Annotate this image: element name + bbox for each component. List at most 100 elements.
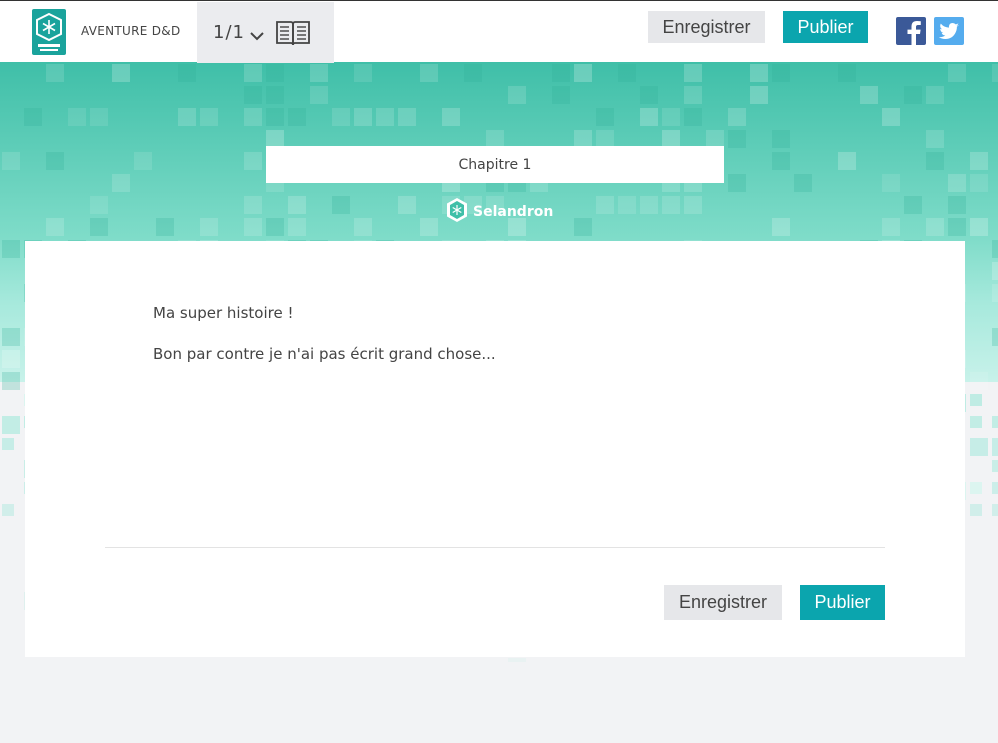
pixel-tile bbox=[112, 64, 130, 82]
pixel-tile bbox=[288, 218, 306, 236]
pixel-tile bbox=[90, 196, 108, 214]
pixel-tile bbox=[156, 218, 174, 236]
pixel-tile bbox=[552, 64, 570, 82]
pixel-tile bbox=[640, 86, 658, 104]
pixel-tile bbox=[970, 174, 988, 192]
top-bar: AVENTURE D&D 1/1 Enregistrer Publier bbox=[0, 0, 998, 63]
pixel-tile bbox=[992, 64, 998, 82]
story-editor[interactable]: Ma super histoire ! Bon par contre je n'… bbox=[153, 303, 853, 385]
pixel-tile bbox=[354, 64, 372, 82]
pixel-tile bbox=[618, 196, 636, 214]
pixel-tile bbox=[838, 152, 856, 170]
pixel-tile bbox=[420, 64, 438, 82]
pixel-tile bbox=[288, 108, 306, 126]
brand-name: AVENTURE D&D bbox=[81, 24, 181, 38]
chapter-title-field[interactable]: Chapitre 1 bbox=[266, 146, 724, 183]
save-button[interactable]: Enregistrer bbox=[648, 11, 765, 43]
pixel-tile bbox=[684, 86, 702, 104]
pixel-tile bbox=[24, 108, 42, 126]
pixel-tile bbox=[2, 350, 20, 368]
pixel-tile bbox=[200, 218, 218, 236]
pixel-tile bbox=[970, 416, 982, 428]
pixel-tile bbox=[728, 174, 746, 192]
pixel-tile bbox=[266, 86, 284, 104]
pixel-tile bbox=[90, 218, 108, 236]
pixel-tile bbox=[970, 372, 988, 390]
pixel-tile bbox=[992, 240, 998, 258]
story-paragraph[interactable]: Ma super histoire ! bbox=[153, 303, 853, 323]
pixel-tile bbox=[266, 108, 284, 126]
pixel-tile bbox=[992, 482, 998, 494]
pixel-tile bbox=[332, 196, 350, 214]
chevron-down-icon[interactable] bbox=[249, 27, 265, 46]
pixel-tile bbox=[354, 108, 372, 126]
pixel-tile bbox=[992, 460, 998, 472]
pixel-tile bbox=[684, 64, 702, 82]
pixel-tile bbox=[398, 196, 416, 214]
pixel-tile bbox=[948, 196, 966, 214]
pixel-tile bbox=[750, 86, 768, 104]
pixel-tile bbox=[574, 218, 592, 236]
pixel-tile bbox=[640, 108, 658, 126]
author-name[interactable]: Selandron bbox=[473, 204, 553, 220]
footer-save-button[interactable]: Enregistrer bbox=[664, 585, 782, 620]
footer-publish-button[interactable]: Publier bbox=[800, 585, 885, 620]
pixel-tile bbox=[794, 174, 812, 192]
pixel-tile bbox=[728, 130, 746, 148]
pixel-tile bbox=[2, 372, 20, 390]
pixel-tile bbox=[46, 64, 64, 82]
author-badge[interactable]: Selandron bbox=[446, 198, 553, 225]
publish-button[interactable]: Publier bbox=[783, 11, 868, 43]
pixel-tile bbox=[288, 196, 306, 214]
pixel-tile bbox=[596, 108, 614, 126]
twitter-icon[interactable] bbox=[934, 17, 964, 45]
pixel-tile bbox=[838, 64, 856, 82]
pixel-tile bbox=[618, 64, 636, 82]
snowflake-badge-icon[interactable] bbox=[32, 9, 66, 55]
pixel-tile bbox=[90, 108, 108, 126]
pixel-tile bbox=[112, 174, 130, 192]
pixel-tile bbox=[266, 64, 284, 82]
pixel-tile bbox=[926, 218, 944, 236]
pixel-tile bbox=[178, 64, 196, 82]
pixel-tile bbox=[640, 196, 658, 214]
pixel-tile bbox=[46, 152, 64, 170]
editor-card: Ma super histoire ! Bon par contre je n'… bbox=[25, 241, 965, 657]
pixel-tile bbox=[684, 196, 702, 214]
story-paragraph[interactable]: Bon par contre je n'ai pas écrit grand c… bbox=[153, 344, 853, 364]
pixel-tile bbox=[992, 262, 998, 280]
pixel-tile bbox=[244, 196, 262, 214]
facebook-icon[interactable] bbox=[896, 17, 926, 45]
pixel-tile bbox=[244, 152, 262, 170]
pixel-tile bbox=[310, 86, 328, 104]
pixel-tile bbox=[948, 64, 966, 82]
pixel-tile bbox=[970, 218, 988, 236]
pixel-tile bbox=[398, 108, 416, 126]
pixel-tile bbox=[662, 196, 680, 214]
pixel-tile bbox=[970, 152, 988, 170]
pixel-tile bbox=[882, 174, 900, 192]
pixel-tile bbox=[992, 438, 998, 456]
pixel-tile bbox=[970, 504, 982, 516]
pixel-tile bbox=[904, 86, 922, 104]
pixel-tile bbox=[728, 108, 746, 126]
pixel-tile bbox=[2, 240, 20, 258]
pixel-tile bbox=[926, 130, 944, 148]
pixel-tile bbox=[772, 64, 790, 82]
pixel-tile bbox=[772, 130, 790, 148]
pixel-tile bbox=[508, 86, 526, 104]
open-book-icon[interactable] bbox=[275, 19, 311, 51]
pixel-tile bbox=[2, 438, 14, 450]
chapter-selector[interactable]: 1/1 bbox=[197, 2, 334, 63]
pixel-tile bbox=[178, 108, 196, 126]
pixel-tile bbox=[332, 108, 350, 126]
pixel-tile bbox=[860, 86, 878, 104]
pixel-tile bbox=[244, 108, 262, 126]
pixel-tile bbox=[68, 108, 86, 126]
pixel-tile bbox=[948, 174, 966, 192]
pixel-tile bbox=[992, 416, 998, 428]
pixel-tile bbox=[992, 504, 998, 516]
pixel-tile bbox=[2, 328, 20, 346]
pixel-tile bbox=[46, 218, 64, 236]
pixel-tile bbox=[992, 328, 998, 346]
